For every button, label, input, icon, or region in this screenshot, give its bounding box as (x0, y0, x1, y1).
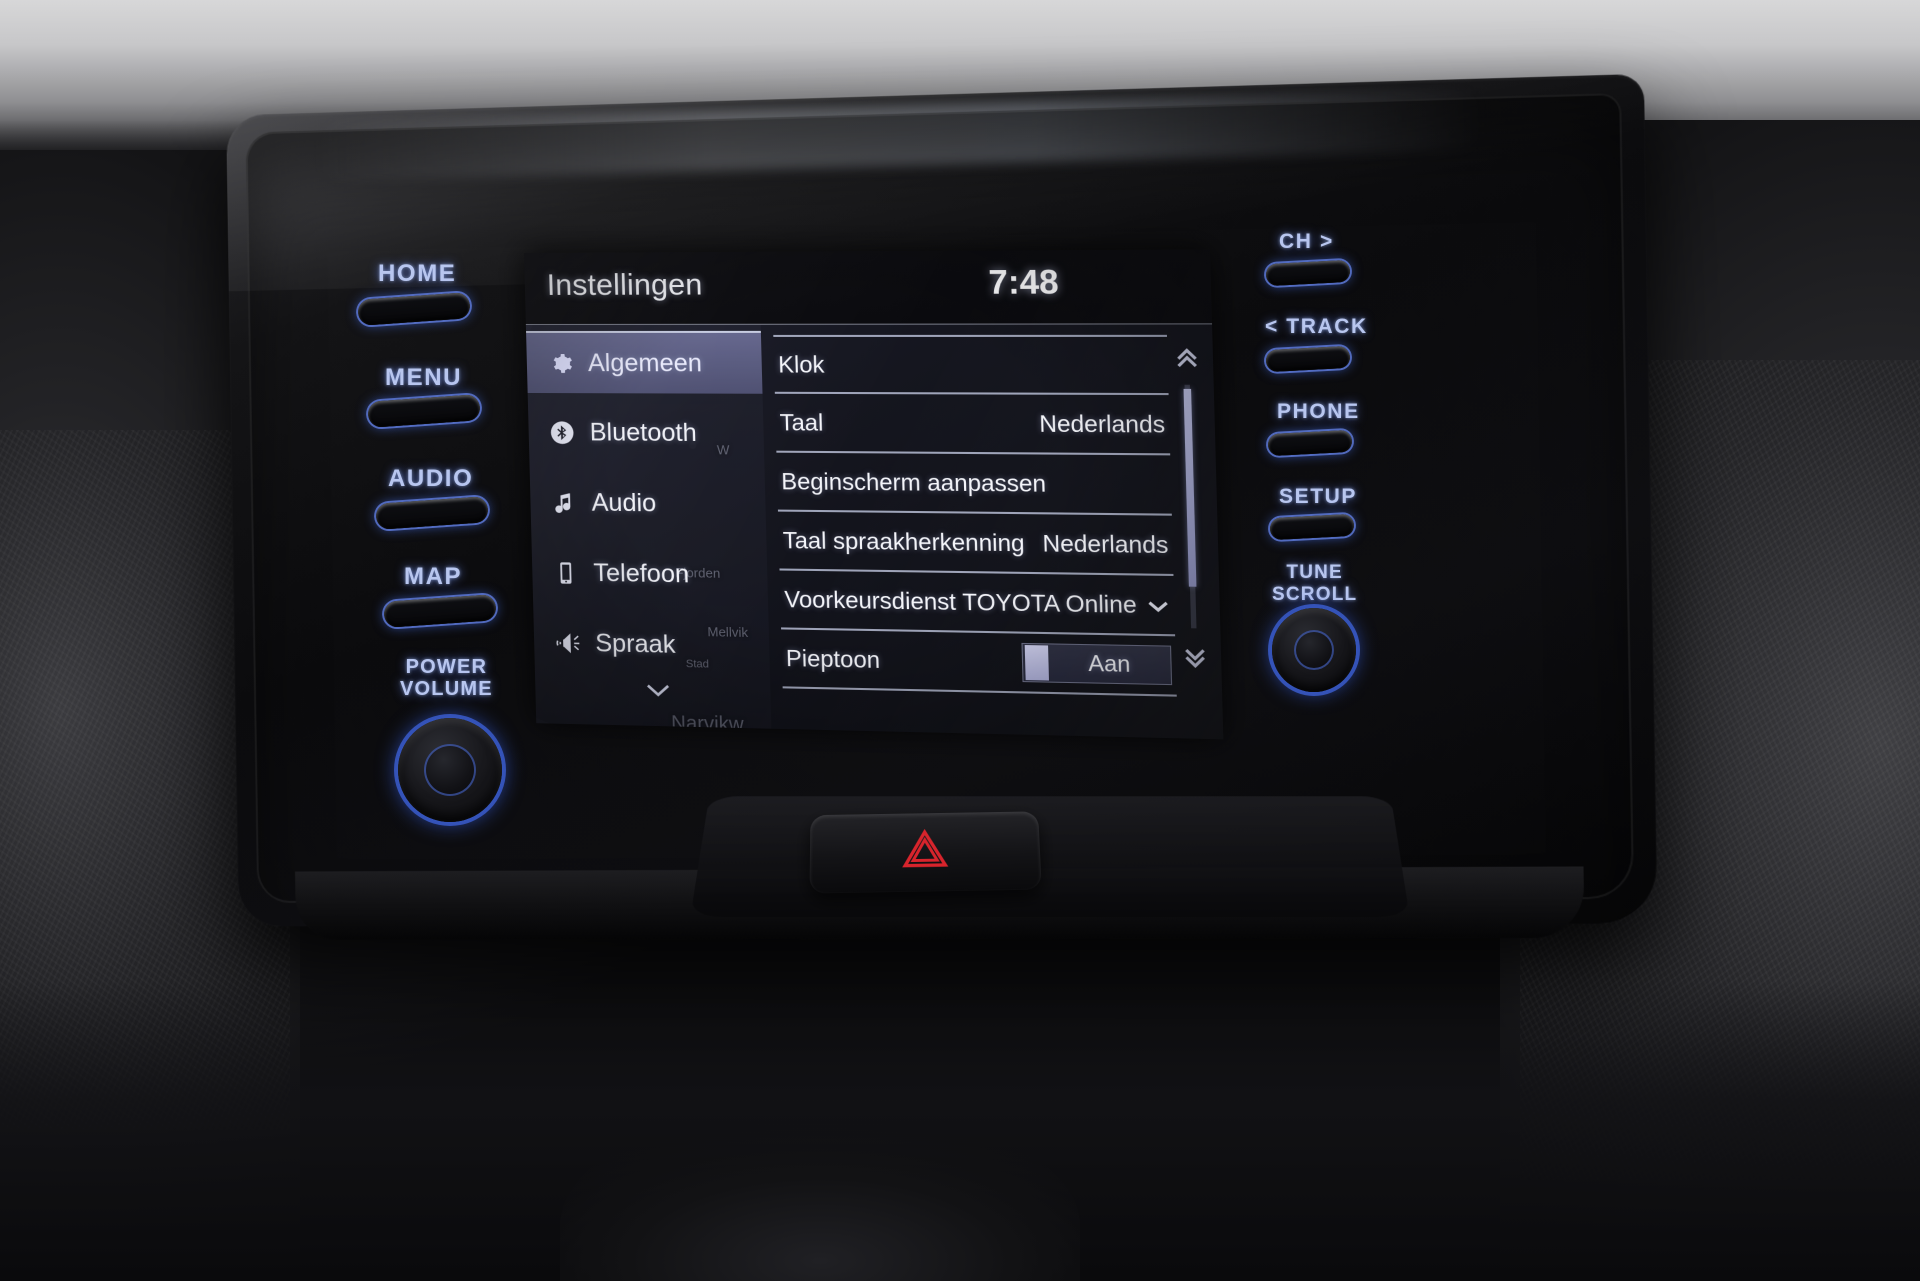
track-button-label: < TRACK (1265, 315, 1368, 338)
home-button-label: HOME (378, 260, 457, 287)
power-volume-line1: POWER (405, 656, 488, 678)
screenshot-root: Instellingen 7:48 W Fjorden Narvikw Mell… (0, 0, 1920, 1281)
row-label: Taal (779, 408, 824, 436)
setup-button-label: SETUP (1279, 485, 1358, 508)
row-label: Voorkeursdienst (784, 585, 957, 615)
track-button[interactable] (1265, 345, 1351, 373)
settings-row-klok[interactable]: Klok (773, 334, 1169, 396)
sidebar-item-audio[interactable]: Audio (530, 471, 767, 536)
settings-sidebar: W Fjorden Narvikw Mellvik Stad Algemeen … (525, 324, 772, 729)
settings-row-taal[interactable]: Taal Nederlands (774, 393, 1171, 456)
audio-button-label: AUDIO (388, 465, 474, 492)
toggle-label: Aan (1088, 650, 1131, 678)
screen-header: Instellingen 7:48 (524, 249, 1213, 325)
tune-scroll-label: TUNE SCROLL (1272, 562, 1357, 606)
row-value: Nederlands (1042, 529, 1169, 558)
chevron-down-icon[interactable] (644, 679, 673, 700)
sidebar-item-label: Telefoon (593, 558, 690, 588)
sidebar-item-label: Spraak (594, 628, 676, 659)
tune-scroll-line2: SCROLL (1272, 584, 1358, 605)
row-label: Taal spraakherkenning (782, 526, 1025, 556)
toggle-knob (1024, 645, 1049, 681)
settings-row-beginscherm-aanpassen[interactable]: Beginscherm aanpassen (776, 452, 1172, 516)
sidebar-item-label: Audio (591, 488, 657, 517)
phone-button[interactable] (1267, 429, 1353, 457)
bluetooth-icon (546, 417, 577, 447)
scrollbar-thumb[interactable] (1183, 388, 1197, 587)
console-shelf (690, 796, 1410, 917)
setup-button[interactable] (1269, 513, 1355, 541)
chevron-down-icon[interactable] (1146, 591, 1170, 619)
clock: 7:48 (988, 262, 1060, 301)
settings-list: Klok Taal Nederlands Beginscherm aanpass… (773, 334, 1178, 738)
tune-scroll-line1: TUNE (1286, 562, 1343, 583)
map-button-label: MAP (404, 563, 463, 590)
row-label: Pieptoon (785, 644, 881, 673)
power-volume-label: POWER VOLUME (400, 656, 493, 700)
page-title: Instellingen (546, 268, 703, 302)
double-chevron-down-icon[interactable] (1177, 641, 1213, 675)
row-label: Beginscherm aanpassen (780, 467, 1047, 497)
settings-row-voorkeursdienst[interactable]: Voorkeursdienst TOYOTA Online (779, 570, 1176, 637)
sidebar-item-algemeen[interactable]: Algemeen (526, 330, 763, 394)
row-value: TOYOTA Online (961, 587, 1137, 618)
double-chevron-up-icon[interactable] (1169, 341, 1204, 374)
sidebar-item-label: Bluetooth (589, 417, 698, 447)
phone-button-label: PHONE (1277, 400, 1360, 423)
map-label: Narvikw (670, 712, 745, 729)
music-note-icon (548, 487, 579, 517)
ch-button-label: CH > (1279, 230, 1334, 253)
row-value-group: TOYOTA Online (962, 588, 1170, 619)
pieptoon-toggle[interactable]: Aan (1021, 642, 1173, 686)
row-label: Klok (777, 350, 825, 378)
sidebar-item-label: Algemeen (587, 348, 703, 377)
gear-icon (544, 348, 575, 378)
settings-row-taal-spraakherkenning[interactable]: Taal spraakherkenning Nederlands (777, 511, 1174, 577)
menu-button-label: MENU (385, 364, 463, 391)
settings-row-pieptoon[interactable]: Pieptoon Aan (781, 629, 1177, 697)
infotainment-screen[interactable]: Instellingen 7:48 W Fjorden Narvikw Mell… (524, 249, 1224, 740)
voice-icon (552, 627, 583, 658)
ch-button[interactable] (1265, 259, 1351, 287)
row-value: Nederlands (1038, 409, 1166, 438)
sidebar-item-bluetooth[interactable]: Bluetooth (528, 401, 765, 465)
sidebar-item-spraak[interactable]: Spraak (533, 611, 770, 678)
power-volume-knob[interactable] (398, 718, 502, 822)
hazard-button[interactable] (809, 811, 1042, 894)
power-volume-line2: VOLUME (400, 678, 493, 700)
tune-scroll-knob[interactable] (1272, 608, 1356, 692)
phone-icon (550, 557, 581, 588)
hazard-triangle-icon (902, 828, 949, 875)
sidebar-item-telefoon[interactable]: Telefoon (532, 541, 769, 607)
